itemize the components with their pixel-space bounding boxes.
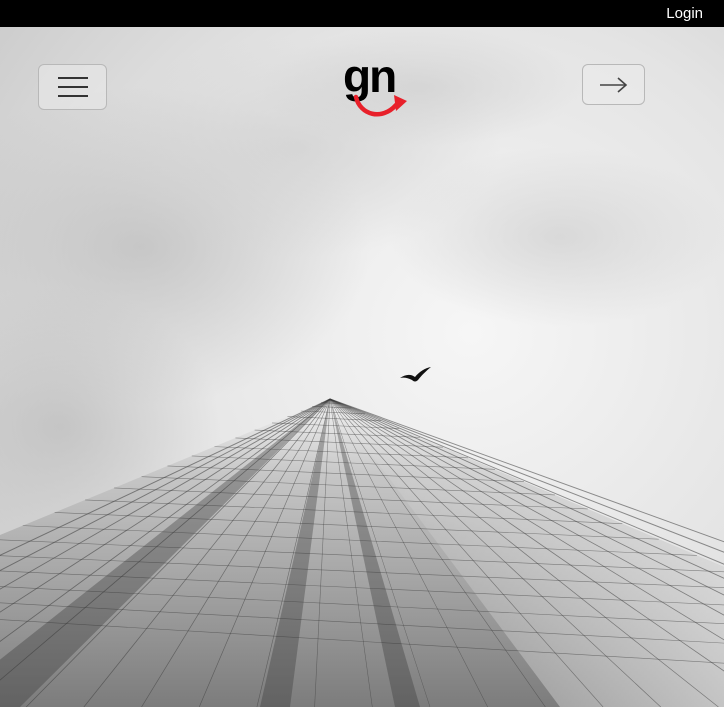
top-bar: Login: [0, 0, 724, 27]
hero-photo: [0, 27, 724, 707]
hamburger-menu-icon: [57, 77, 88, 97]
refresh-arc-icon: [353, 94, 407, 117]
arrow-right-icon: [599, 76, 627, 93]
forward-button[interactable]: [582, 64, 645, 105]
brand-logo[interactable]: gn: [340, 51, 410, 127]
hero-image: gn: [0, 27, 724, 707]
menu-button[interactable]: [38, 64, 107, 110]
login-link[interactable]: Login: [666, 5, 703, 23]
